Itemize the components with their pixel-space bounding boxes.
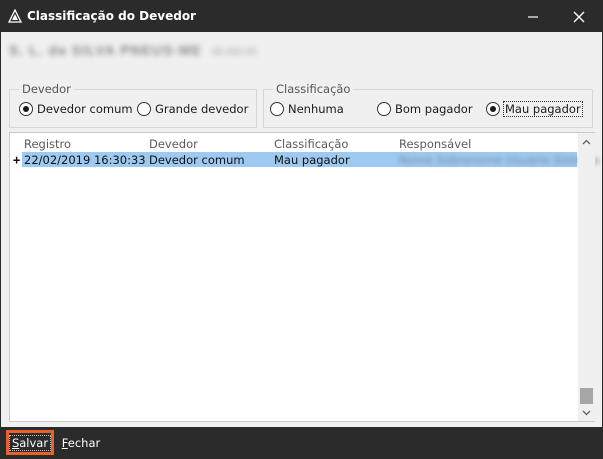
close-icon xyxy=(573,11,585,22)
radio-devedor-comum[interactable]: Devedor comum xyxy=(19,102,133,116)
save-button-label: Salvar xyxy=(8,434,52,451)
radio-nenhuma[interactable]: Nenhuma xyxy=(270,102,344,116)
vertical-scrollbar[interactable] xyxy=(578,133,595,421)
classificacao-group-legend: Classificação xyxy=(273,82,354,96)
cell-devedor: Devedor comum xyxy=(149,153,245,167)
column-header-registro[interactable]: Registro xyxy=(24,137,71,151)
close-window-button[interactable] xyxy=(556,1,602,32)
devedor-group-legend: Devedor xyxy=(19,82,74,96)
title-bar[interactable]: Classificação do Devedor xyxy=(1,1,602,32)
radio-dot-icon xyxy=(19,102,33,116)
history-grid[interactable]: Registro Devedor Classificação Responsáv… xyxy=(9,132,600,422)
debtor-header: S. L. da SILVA PNEUS-ME 00.000.00 xyxy=(9,42,257,62)
radio-label: Nenhuma xyxy=(288,102,344,116)
classificacao-group: Classificação Nenhuma Bom pagador Mau pa… xyxy=(263,82,593,128)
table-row[interactable]: 22/02/2019 16:30:33 Devedor comum Mau pa… xyxy=(22,152,600,167)
column-header-devedor[interactable]: Devedor xyxy=(149,137,198,151)
cell-registro: 22/02/2019 16:30:33 xyxy=(24,153,146,167)
radio-label: Mau pagador xyxy=(503,101,583,117)
devedor-group: Devedor Devedor comum Grande devedor xyxy=(9,82,257,128)
chevron-up-icon xyxy=(582,139,591,144)
radio-dot-icon xyxy=(486,102,500,116)
expand-row-icon[interactable]: + xyxy=(13,153,20,167)
cell-classificacao: Mau pagador xyxy=(274,153,350,167)
cell-responsavel: Nome Sobrenome Usuario Sistema xyxy=(399,153,600,167)
radio-dot-icon xyxy=(137,102,151,116)
triangle-logo-icon xyxy=(8,9,22,23)
radio-bom-pagador[interactable]: Bom pagador xyxy=(377,102,473,116)
column-header-responsavel[interactable]: Responsável xyxy=(399,137,471,151)
dialog-window: Classificação do Devedor S. L. da SILVA … xyxy=(0,0,603,459)
radio-dot-icon xyxy=(270,102,284,116)
minimize-icon xyxy=(528,15,538,18)
radio-label: Devedor comum xyxy=(37,102,133,116)
scrollbar-thumb[interactable] xyxy=(580,388,593,404)
debtor-name: S. L. da SILVA PNEUS-ME xyxy=(9,42,203,58)
scroll-down-button[interactable] xyxy=(578,404,595,421)
radio-mau-pagador[interactable]: Mau pagador xyxy=(486,101,583,117)
window-title: Classificação do Devedor xyxy=(27,9,196,23)
footer-bar: Salvar Fechar xyxy=(1,427,602,458)
chevron-down-icon xyxy=(582,410,591,415)
radio-dot-icon xyxy=(377,102,391,116)
close-button-label: Fechar xyxy=(61,435,101,450)
column-header-classificacao[interactable]: Classificação xyxy=(274,137,348,151)
debtor-document: 00.000.00 xyxy=(212,47,257,58)
minimize-button[interactable] xyxy=(510,1,556,32)
close-button[interactable]: Fechar xyxy=(61,430,101,455)
scroll-up-button[interactable] xyxy=(578,133,595,150)
radio-label: Grande devedor xyxy=(155,102,249,116)
save-button[interactable]: Salvar xyxy=(6,430,54,455)
radio-grande-devedor[interactable]: Grande devedor xyxy=(137,102,248,116)
radio-label: Bom pagador xyxy=(395,102,473,116)
